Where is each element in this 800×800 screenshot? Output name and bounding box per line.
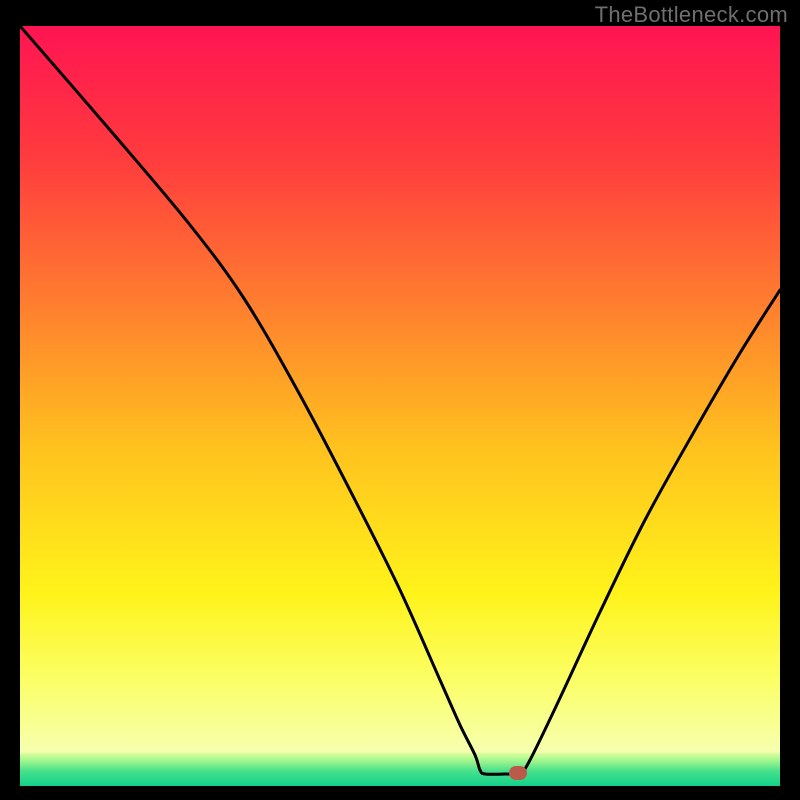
watermark-text: TheBottleneck.com: [595, 2, 788, 28]
bottleneck-chart: [0, 0, 800, 800]
chart-green-band: [20, 753, 780, 786]
bottleneck-point-marker: [509, 766, 527, 780]
chart-heat-background: [20, 26, 780, 753]
chart-container: TheBottleneck.com: [0, 0, 800, 800]
